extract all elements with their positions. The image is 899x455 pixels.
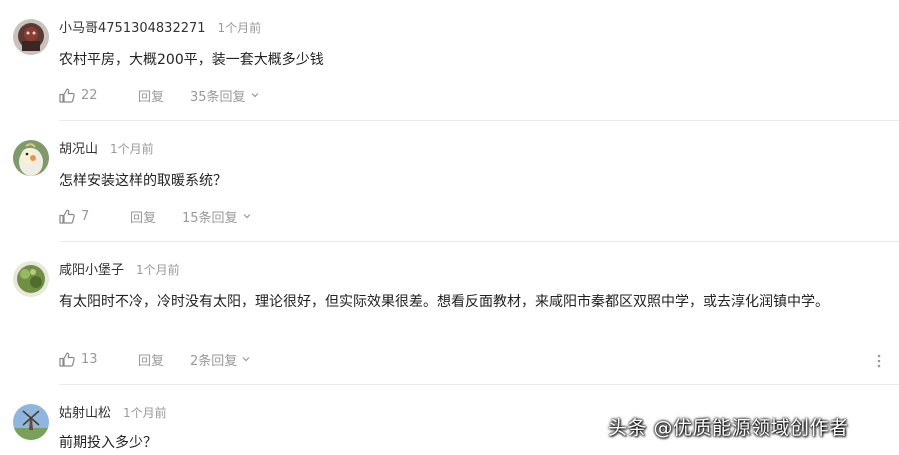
- avatar[interactable]: [13, 19, 49, 55]
- reply-button[interactable]: 回复: [130, 207, 156, 226]
- more-options-icon[interactable]: [876, 354, 882, 368]
- like-count: 22: [81, 87, 98, 103]
- replies-count-label: 35条回复: [190, 89, 246, 105]
- comment-time: 1个月前: [136, 263, 180, 277]
- chevron-down-icon: [251, 93, 258, 98]
- avatar-plant-icon: [13, 261, 49, 297]
- username-text[interactable]: 小马哥4751304832271: [59, 21, 206, 36]
- comment-time: 1个月前: [123, 406, 167, 420]
- replies-count-label: 2条回复: [190, 353, 238, 369]
- comment-text: 怎样安装这样的取暖系统？: [59, 173, 227, 189]
- username[interactable]: 姑射山松 1个月前: [59, 405, 167, 422]
- comment-text: 有太阳时不冷，冷时没有太阳，理论很好，但实际效果很差。想看反面教材，来咸阳市秦都…: [59, 294, 829, 310]
- view-replies-button[interactable]: 15条回复: [182, 207, 252, 226]
- username[interactable]: 咸阳小堡子 1个月前: [59, 262, 180, 279]
- comment-actions: 7 回复 15条回复: [59, 207, 250, 226]
- reply-button[interactable]: 回复: [138, 350, 164, 369]
- view-replies-button[interactable]: 2条回复: [190, 350, 251, 369]
- avatar-windmill-icon: [13, 404, 49, 440]
- replies-count-label: 15条回复: [182, 210, 238, 226]
- like-count: 7: [81, 208, 90, 224]
- avatar[interactable]: [13, 404, 49, 440]
- like-button[interactable]: 7: [59, 209, 89, 224]
- watermark: 头条 @优质能源领域创作者: [608, 417, 849, 439]
- view-replies-button[interactable]: 35条回复: [190, 86, 260, 105]
- comment-time: 1个月前: [110, 142, 154, 156]
- comment-actions: 13 回复 2条回复: [59, 350, 250, 369]
- like-button[interactable]: 13: [59, 352, 98, 367]
- like-button[interactable]: 22: [59, 88, 98, 103]
- username-text[interactable]: 胡况山: [59, 142, 98, 157]
- comment-item: 咸阳小堡子 1个月前 有太阳时不冷，冷时没有太阳，理论很好，但实际效果很差。想看反…: [0, 242, 899, 385]
- avatar[interactable]: [13, 261, 49, 297]
- reply-button[interactable]: 回复: [138, 86, 164, 105]
- username[interactable]: 小马哥4751304832271 1个月前: [59, 20, 261, 37]
- comment-item: 小马哥4751304832271 1个月前 农村平房，大概200平，装一套大概多少…: [0, 0, 899, 121]
- thumbs-up-icon: [59, 352, 75, 367]
- chevron-down-icon: [243, 214, 250, 219]
- avatar[interactable]: [13, 140, 49, 176]
- comment-item: 胡况山 1个月前 怎样安装这样的取暖系统？ 7 回复 15条回复: [0, 121, 899, 242]
- avatar-cockatiel-icon: [13, 140, 49, 176]
- thumbs-up-icon: [59, 88, 75, 103]
- comment-actions: 22 回复 35条回复: [59, 86, 258, 105]
- comment-text: 农村平房，大概200平，装一套大概多少钱: [59, 52, 324, 68]
- username-text[interactable]: 咸阳小堡子: [59, 263, 124, 278]
- comment-time: 1个月前: [217, 21, 262, 35]
- avatar-dark-figure-icon: [13, 19, 49, 55]
- username-text[interactable]: 姑射山松: [59, 406, 111, 421]
- thumbs-up-icon: [59, 209, 75, 224]
- chevron-down-icon: [242, 357, 250, 362]
- username[interactable]: 胡况山 1个月前: [59, 141, 154, 158]
- like-count: 13: [81, 351, 98, 367]
